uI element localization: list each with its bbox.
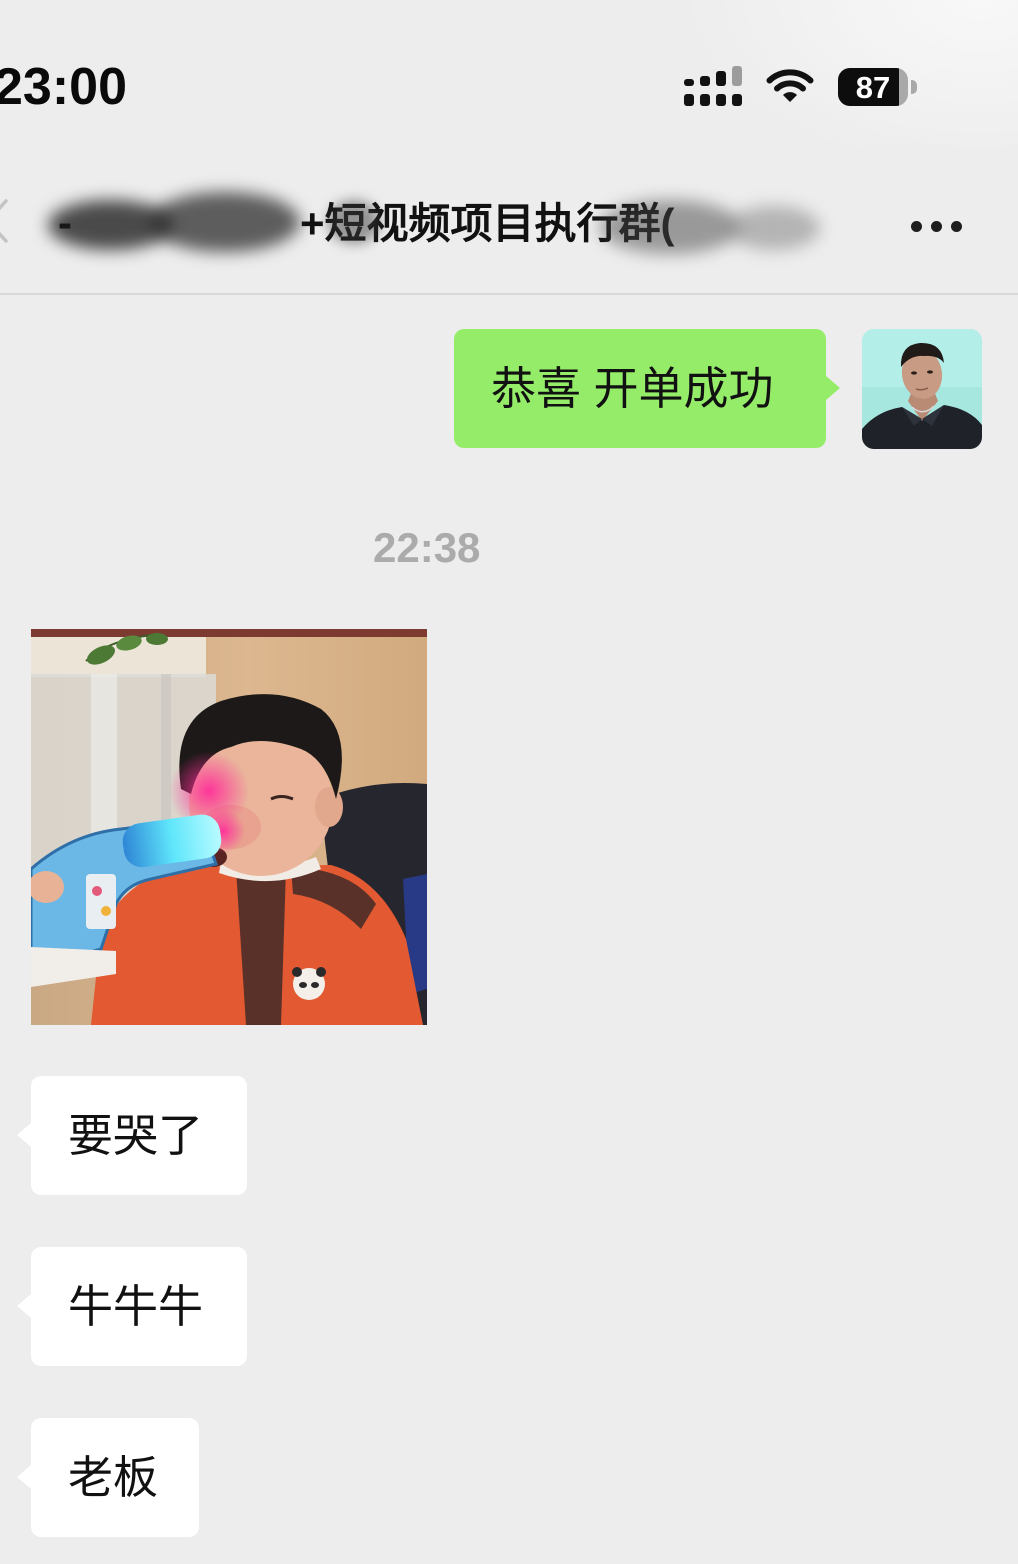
bubble-tail <box>826 376 840 400</box>
wifi-outer-arc <box>766 69 814 84</box>
battery-percentage: 87 <box>855 70 891 105</box>
chat-screen: 23:00 87 +短视频项目执行群(恭喜 开单成功 22:38 要哭了 牛牛… <box>0 0 1018 1564</box>
photo-sticker-dot <box>92 886 102 896</box>
photo-panda-eye <box>299 982 307 988</box>
photo-gun-sticker <box>86 874 116 929</box>
redaction-smudge <box>600 200 740 254</box>
avatar-photo <box>862 329 982 449</box>
avatar-eye <box>911 371 917 375</box>
signal-bar <box>716 71 726 86</box>
bubble-tail <box>17 1294 31 1318</box>
photo-panda-ear <box>316 967 326 977</box>
more-options-icon[interactable] <box>908 215 966 239</box>
photo-panda-ear <box>292 967 302 977</box>
wifi-glyph <box>766 69 814 102</box>
back-chevron-icon[interactable] <box>0 198 10 244</box>
wifi-middle-arc <box>774 80 806 92</box>
chevron-stroke <box>0 199 8 243</box>
status-time: 23:00 <box>0 58 127 116</box>
received-image-message[interactable] <box>31 629 427 1025</box>
message-text: 老板 <box>68 1452 159 1503</box>
message-timestamp: 22:38 <box>373 524 481 571</box>
signal-bar <box>700 76 710 86</box>
avatar-eye <box>927 370 933 374</box>
received-message-bubble[interactable]: 要哭了 <box>31 1076 247 1195</box>
received-message-bubble[interactable]: 牛牛牛 <box>31 1247 247 1366</box>
photo-ear <box>315 787 343 827</box>
redaction-smudge <box>728 206 820 250</box>
header-divider <box>0 293 1018 295</box>
battery-cap <box>911 80 917 94</box>
signal-bar <box>732 66 742 86</box>
photo-top-strip <box>31 629 427 637</box>
signal-row-sim2 <box>684 94 744 106</box>
signal-bar <box>732 94 742 106</box>
status-bar: 23:00 87 <box>0 0 1018 150</box>
more-dot <box>911 221 922 232</box>
photo-panda-eye <box>311 982 319 988</box>
bubble-tail <box>17 1465 31 1489</box>
signal-bar <box>716 94 726 106</box>
cellular-signal-icon <box>684 66 744 108</box>
signal-bar <box>684 79 694 86</box>
redaction-smudge <box>328 200 380 244</box>
more-dot <box>951 221 962 232</box>
more-dot <box>931 221 942 232</box>
wifi-center-wedge <box>783 92 797 102</box>
message-text: 恭喜 开单成功 <box>491 363 774 414</box>
photo-sticker-dot <box>101 906 111 916</box>
battery-icon: 87 <box>838 68 920 106</box>
bubble-tail <box>17 1123 31 1147</box>
received-message-bubble[interactable]: 老板 <box>31 1418 199 1537</box>
message-text: 要哭了 <box>68 1110 204 1161</box>
message-text: 牛牛牛 <box>68 1281 204 1332</box>
signal-bar <box>684 94 694 106</box>
avatar[interactable] <box>862 329 982 449</box>
battery-body: 87 <box>838 68 908 106</box>
sent-message-bubble[interactable]: 恭喜 开单成功 <box>454 329 826 448</box>
chevron-left-icon <box>0 199 8 243</box>
signal-row-sim1 <box>684 66 744 86</box>
signal-bar <box>700 94 710 106</box>
image-photo <box>31 629 427 1025</box>
photo-plant-leaf <box>146 633 168 645</box>
redaction-smudge <box>150 192 300 252</box>
chat-header: - +短视频项目执行群( <box>0 150 1018 294</box>
wifi-icon <box>766 68 814 104</box>
